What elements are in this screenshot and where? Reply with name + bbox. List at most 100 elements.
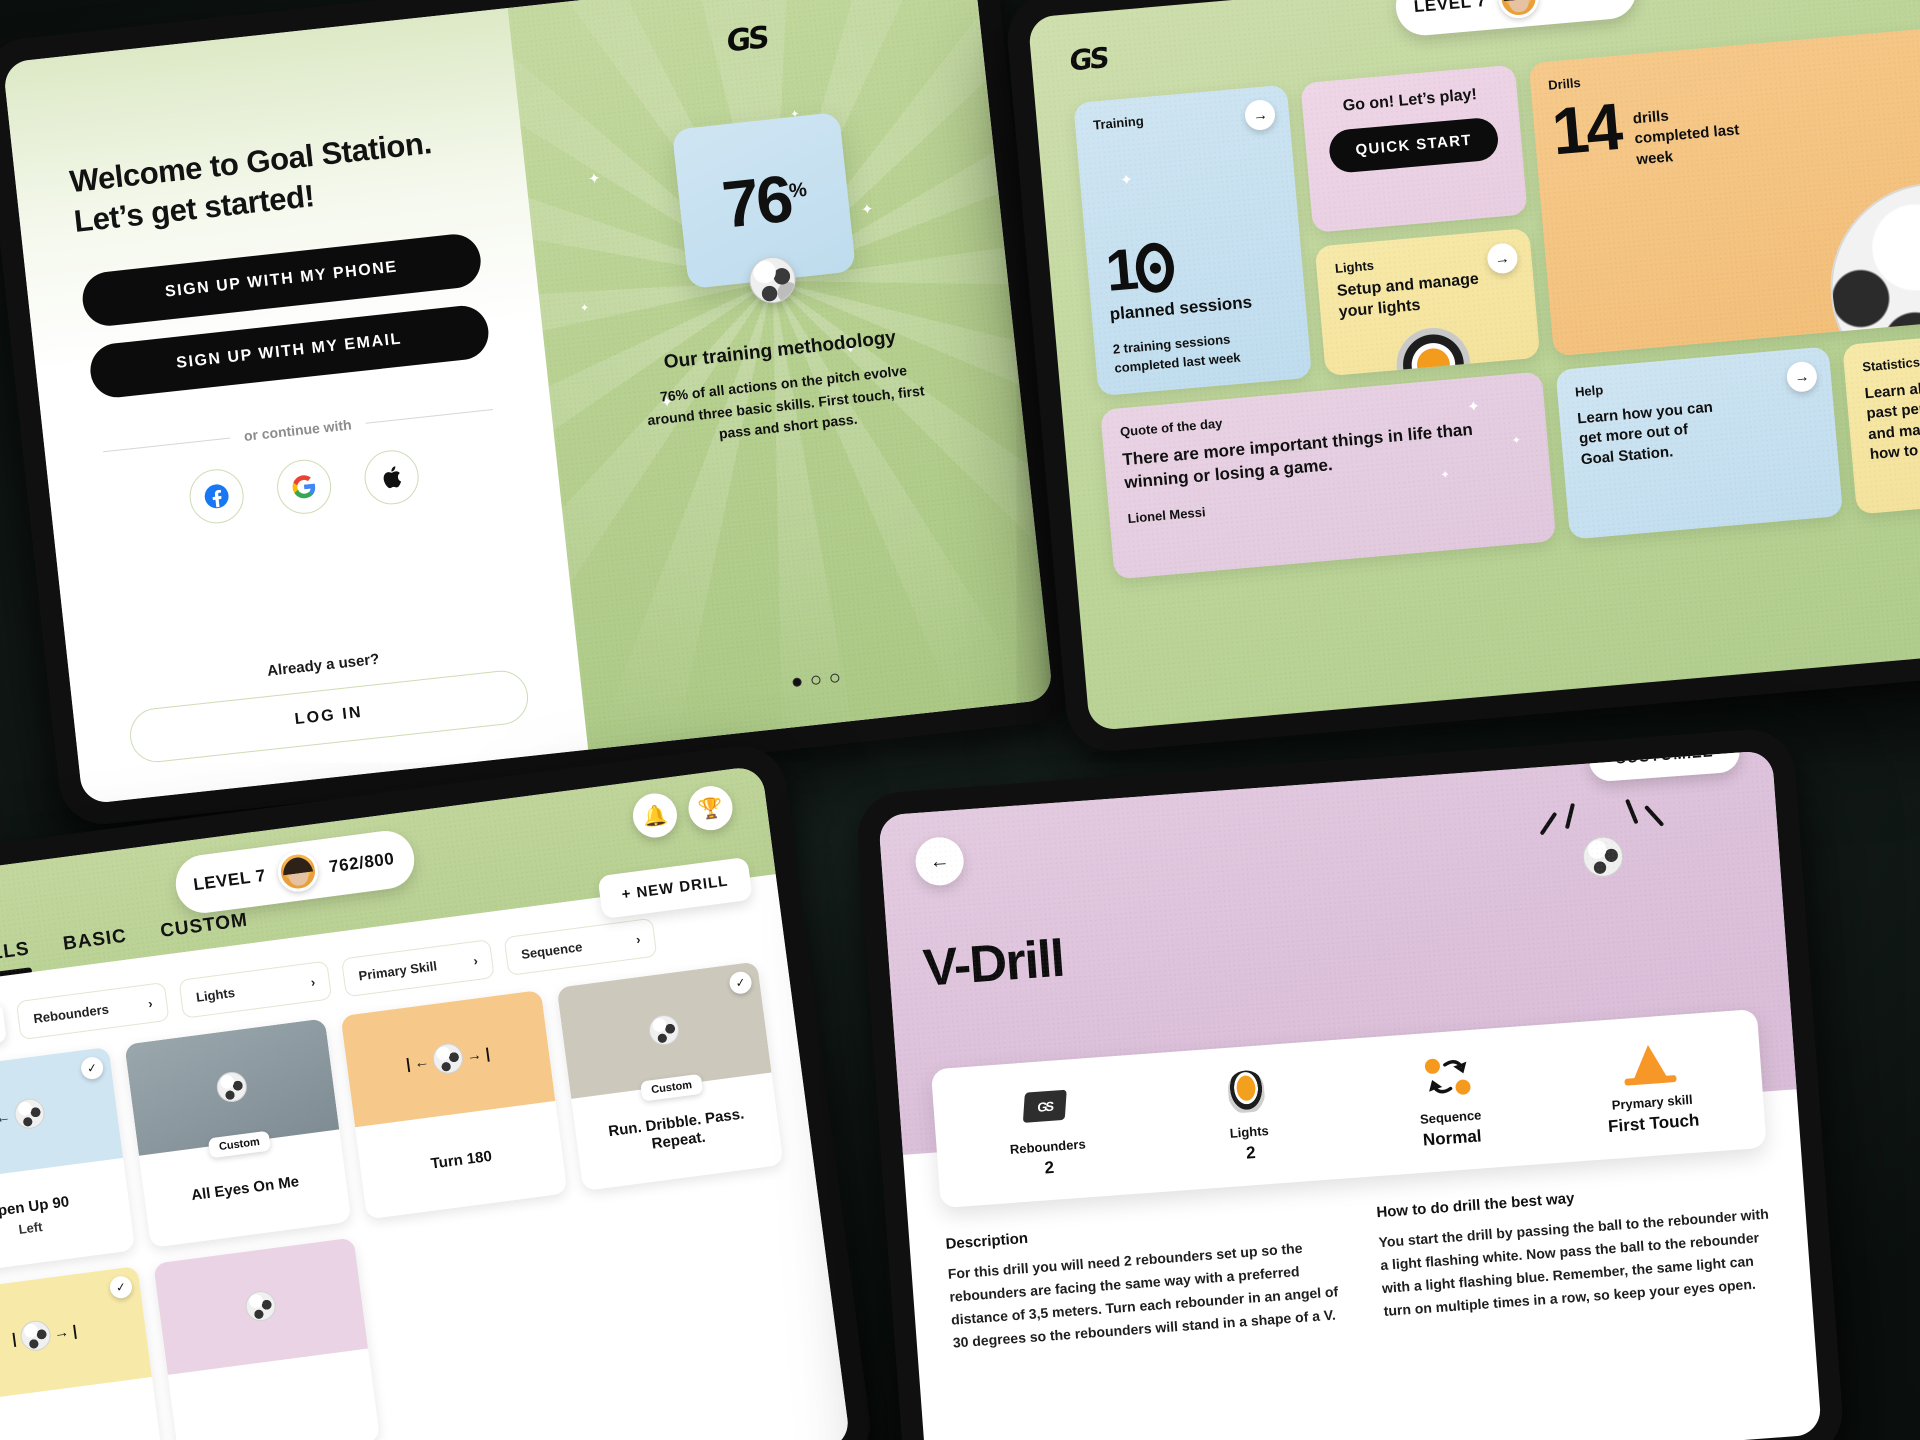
filter-lights-label: Lights bbox=[195, 984, 236, 1005]
howto-body: You start the drill by passing the ball … bbox=[1378, 1205, 1770, 1320]
soccer-ball-icon bbox=[1581, 835, 1625, 879]
drill-card[interactable]: | ← → | Turn 180 bbox=[340, 989, 568, 1220]
hero-number: 76% bbox=[718, 160, 806, 242]
card-drills[interactable]: Drills 14 drills completed last week bbox=[1528, 24, 1920, 357]
stat-rebounders: GS Rebounders 2 bbox=[942, 1076, 1150, 1186]
drill-card[interactable]: ✓ | → | bbox=[0, 1265, 165, 1440]
card-lights-label: Lights bbox=[1334, 257, 1375, 277]
search-button[interactable]: SEARCH bbox=[0, 1002, 8, 1056]
filter-rebounders-label: Rebounders bbox=[32, 1000, 110, 1026]
card-drills-number: 14 bbox=[1549, 88, 1623, 169]
filter-rebounders[interactable]: Rebounders › bbox=[16, 981, 170, 1040]
pager-dot-3[interactable] bbox=[829, 673, 840, 684]
device-dashboard: LEVEL 7 762/800 GS → → Training 1 planne… bbox=[1003, 0, 1920, 756]
light-icon bbox=[1144, 1061, 1349, 1122]
facebook-login-button[interactable] bbox=[186, 466, 247, 527]
filter-sequence[interactable]: Sequence › bbox=[503, 917, 658, 976]
trophy-icon[interactable]: 🏆 bbox=[685, 783, 736, 833]
check-icon[interactable]: ✓ bbox=[79, 1055, 105, 1081]
quick-start-title: Go on! Let’s play! bbox=[1342, 86, 1478, 115]
card-statistics-body: Learn about your past performance and ma… bbox=[1863, 375, 1920, 463]
drill-title: Turn 180 bbox=[429, 1147, 493, 1173]
filter-sequence-label: Sequence bbox=[520, 938, 584, 962]
back-arrow-icon[interactable]: ← bbox=[913, 835, 966, 888]
dashboard-card-grid: → Training 1 planned sessions 2 training… bbox=[1073, 24, 1920, 580]
chevron-right-icon: › bbox=[309, 973, 317, 990]
stat-primary-skill: Prymary skill First Touch bbox=[1547, 1032, 1755, 1142]
xp-label: 762/800 bbox=[327, 848, 396, 877]
onboarding-title: Welcome to Goal Station. Let’s get start… bbox=[67, 125, 434, 239]
drill-title: All Eyes On Me bbox=[190, 1172, 300, 1204]
drill-card-grid: ✓ |← Open Up 90 Left Custom bbox=[0, 961, 812, 1440]
google-login-button[interactable] bbox=[274, 457, 334, 517]
drill-card[interactable]: ✓ Custom Run. Dribble. Pass. Repeat. bbox=[556, 961, 784, 1192]
howto-column: How to do drill the best way You start t… bbox=[1376, 1176, 1785, 1440]
chevron-right-icon: › bbox=[472, 952, 479, 968]
avatar[interactable] bbox=[1496, 0, 1541, 20]
drill-subtitle: Left bbox=[17, 1219, 44, 1237]
gs-logo: GS bbox=[725, 20, 767, 60]
light-icon bbox=[1391, 323, 1475, 377]
soccer-ball-icon bbox=[12, 1096, 46, 1131]
drill-card[interactable] bbox=[153, 1237, 381, 1440]
soccer-ball-icon bbox=[1821, 174, 1920, 357]
methodology-stat-card: 76% bbox=[671, 111, 856, 306]
bell-icon[interactable]: 🔔 bbox=[630, 790, 680, 841]
sparkle-icon: ✦ bbox=[579, 301, 590, 315]
facebook-icon bbox=[204, 484, 229, 509]
pager-dot-2[interactable] bbox=[810, 675, 821, 686]
filter-lights[interactable]: Lights › bbox=[178, 959, 333, 1019]
dashboard-screen: LEVEL 7 762/800 GS → → Training 1 planne… bbox=[1027, 0, 1920, 732]
check-icon[interactable]: ✓ bbox=[108, 1274, 134, 1300]
soccer-ball-icon bbox=[18, 1318, 52, 1353]
drill-name-block: Open Up 90 Left bbox=[0, 1158, 135, 1277]
chevron-right-icon: › bbox=[634, 931, 642, 947]
arrow-right-icon[interactable]: → bbox=[1485, 242, 1519, 275]
divider-line-left bbox=[103, 437, 231, 453]
quick-start-button[interactable]: QUICK START bbox=[1327, 116, 1500, 175]
social-login-row bbox=[102, 439, 505, 536]
onboarding-left-panel: Welcome to Goal Station. Let’s get start… bbox=[2, 8, 588, 805]
soccer-ball-icon bbox=[243, 1289, 278, 1323]
arrow-right-icon[interactable]: → bbox=[1244, 98, 1277, 132]
arrow-right-icon[interactable]: → bbox=[1785, 360, 1819, 394]
motion-line bbox=[1539, 811, 1558, 836]
filter-primary-skill[interactable]: Primary Skill › bbox=[341, 938, 496, 997]
card-lights[interactable]: → Lights Setup and manage your lights bbox=[1315, 228, 1540, 377]
check-icon[interactable]: ✓ bbox=[728, 970, 753, 996]
card-quote: Quote of the day There are more importan… bbox=[1100, 371, 1556, 580]
drill-card[interactable]: Custom All Eyes On Me bbox=[124, 1018, 352, 1248]
drill-card[interactable]: ✓ |← Open Up 90 Left bbox=[0, 1046, 136, 1277]
arrow-left-icon: ← bbox=[0, 1107, 12, 1127]
card-training-note: 2 training sessions completed last week bbox=[1112, 331, 1242, 376]
drill-detail-screen: CUSTOMIZE ← V-Drill GS Rebounders 2 Ligh… bbox=[878, 750, 1822, 1440]
soccer-ball-icon bbox=[214, 1070, 249, 1104]
zero-glyph bbox=[1134, 241, 1177, 295]
drill-title: Run. Dribble. Pass. Repeat. bbox=[607, 1104, 746, 1153]
avatar[interactable] bbox=[275, 849, 320, 895]
description-column: Description For this drill you will need… bbox=[945, 1207, 1354, 1440]
onboarding-right-panel: GS ✦ ✦ ✦ ✦ ✦ ✦ 76% Our training methodol… bbox=[507, 0, 1054, 750]
onboarding-screen: Welcome to Goal Station. Let’s get start… bbox=[2, 0, 1054, 805]
arrow-right-icon: → bbox=[52, 1322, 70, 1342]
card-training-number: 1 bbox=[1103, 228, 1287, 304]
soccer-ball-icon bbox=[431, 1041, 465, 1076]
sparkle-icon: ✦ bbox=[1440, 468, 1451, 482]
pager-dot-1[interactable] bbox=[791, 677, 802, 688]
drill-title: Open Up 90 bbox=[0, 1193, 71, 1222]
divider-line-right bbox=[365, 408, 493, 424]
cone-icon bbox=[1547, 1032, 1752, 1093]
stat-lights: Lights 2 bbox=[1144, 1061, 1352, 1171]
or-continue-label: or continue with bbox=[243, 416, 353, 445]
sequence-arrows-icon bbox=[1429, 1060, 1467, 1094]
arrow-left-icon: ← bbox=[413, 1052, 431, 1072]
device-onboarding: Welcome to Goal Station. Let’s get start… bbox=[0, 0, 1078, 829]
card-help[interactable]: → Help Learn how you can get more out of… bbox=[1555, 346, 1844, 540]
card-statistics-label: Statistics bbox=[1861, 354, 1920, 375]
card-statistics[interactable]: Statistics Learn about your past perform… bbox=[1842, 330, 1920, 515]
arrow-right-icon: → bbox=[465, 1045, 483, 1065]
customize-button[interactable]: CUSTOMIZE bbox=[1587, 750, 1742, 783]
card-training[interactable]: → Training 1 planned sessions 2 training… bbox=[1073, 84, 1313, 397]
card-quick-start[interactable]: Go on! Let’s play! QUICK START bbox=[1300, 64, 1528, 233]
apple-login-button[interactable] bbox=[361, 447, 422, 508]
